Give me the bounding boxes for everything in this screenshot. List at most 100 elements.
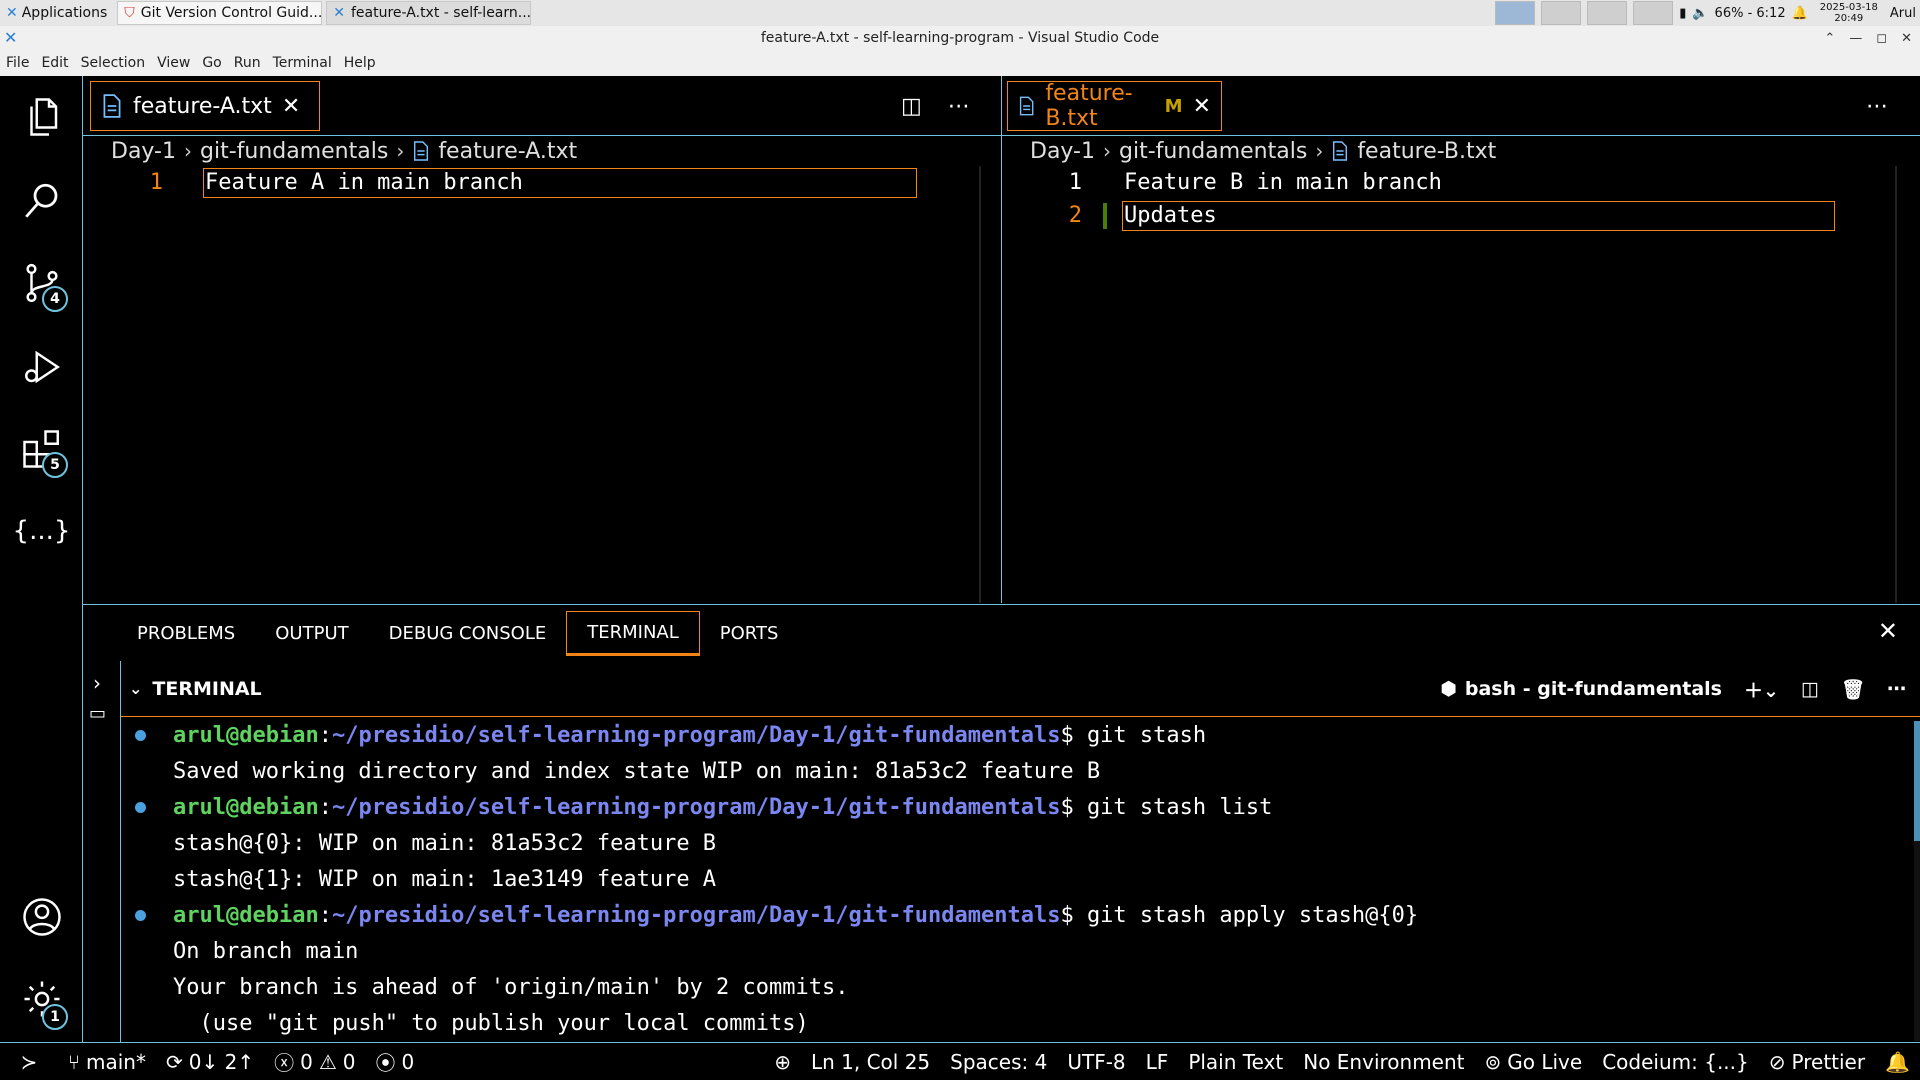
- code-area-a[interactable]: 1 Feature A in main branch: [83, 166, 1001, 199]
- split-terminal-icon[interactable]: ◫: [1801, 678, 1819, 700]
- command-decoration-icon[interactable]: [135, 910, 146, 921]
- terminal-output[interactable]: arul@debian: ~/presidio/self-learning-pro…: [121, 717, 1920, 1043]
- menu-go[interactable]: Go: [202, 55, 221, 71]
- ports-indicator[interactable]: ⦿ 0: [375, 1047, 414, 1076]
- tab-feature-a[interactable]: feature-A.txt ✕: [90, 81, 320, 131]
- settings-badge: 1: [42, 1004, 68, 1030]
- explorer-button[interactable]: [0, 82, 83, 152]
- problems-indicator[interactable]: ⓧ 0 ⚠ 0: [274, 1047, 355, 1076]
- code-line[interactable]: 1 Feature A in main branch: [83, 166, 1001, 199]
- code-line[interactable]: 1 Feature B in main branch: [1002, 166, 1920, 199]
- menu-view[interactable]: View: [157, 55, 190, 71]
- close-panel-icon[interactable]: ✕: [1878, 617, 1898, 645]
- json-button[interactable]: {...}: [0, 496, 83, 566]
- breadcrumb-item[interactable]: Day-1: [111, 139, 176, 164]
- gutter-modified-marker[interactable]: [1103, 203, 1107, 229]
- minimize-button[interactable]: —: [1849, 31, 1862, 46]
- applications-menu[interactable]: ✕ Applications: [0, 0, 113, 26]
- code-line[interactable]: 2 Updates: [1002, 199, 1920, 232]
- source-control-button[interactable]: 4: [0, 248, 83, 318]
- workspace-4[interactable]: [1633, 1, 1674, 25]
- broadcast-icon: ⊚: [1484, 1049, 1502, 1074]
- workspace-3[interactable]: [1587, 1, 1628, 25]
- codeium-status[interactable]: Codeium: {...}: [1602, 1050, 1749, 1074]
- sync-counts: 0↓ 2↑: [188, 1049, 255, 1074]
- line-number: 1: [149, 170, 163, 195]
- tab-problems[interactable]: PROBLEMS: [117, 613, 255, 654]
- restore-button[interactable]: ◻: [1876, 31, 1887, 46]
- user-name[interactable]: Arul: [1890, 6, 1916, 21]
- menu-edit[interactable]: Edit: [41, 55, 68, 71]
- volume-icon[interactable]: 🔈: [1692, 6, 1708, 21]
- terminal-section-title[interactable]: TERMINAL: [152, 678, 261, 700]
- trash-icon[interactable]: 🗑: [1841, 678, 1865, 701]
- tab-debug-console[interactable]: DEBUG CONSOLE: [369, 613, 567, 654]
- prettier-status[interactable]: ⊘ Prettier: [1769, 1050, 1865, 1074]
- breadcrumb-item[interactable]: git-fundamentals: [1119, 139, 1307, 164]
- taskbar-item-vscode[interactable]: ✕ feature-A.txt - self-learn...: [326, 1, 532, 25]
- code-area-b[interactable]: 1 Feature B in main branch 2 Updates: [1002, 166, 1920, 232]
- workspace-1[interactable]: [1495, 1, 1536, 25]
- status-bar: ≻ ⑂ main* ⟳ 0↓ 2↑ ⓧ 0 ⚠ 0 ⦿ 0 ⊕ Ln 1, Col 25 S…: [0, 1042, 1920, 1080]
- remote-indicator[interactable]: ≻: [0, 1050, 58, 1074]
- workspace-2[interactable]: [1541, 1, 1582, 25]
- chevron-right-icon[interactable]: ›: [93, 671, 101, 695]
- new-terminal-icon[interactable]: ＋⌄: [1744, 676, 1779, 703]
- go-live-button[interactable]: ⊚ Go Live: [1485, 1050, 1583, 1074]
- more-actions-icon[interactable]: ⋯: [1887, 678, 1906, 700]
- sync-indicator[interactable]: ⟳ 0↓ 2↑: [166, 1050, 254, 1074]
- breadcrumb-item[interactable]: feature-B.txt: [1357, 139, 1496, 164]
- tab-terminal[interactable]: TERMINAL: [566, 610, 700, 656]
- tab-output[interactable]: OUTPUT: [255, 613, 368, 654]
- editor-scrollbar-a[interactable]: [979, 166, 981, 603]
- run-debug-button[interactable]: [0, 332, 83, 402]
- menu-help[interactable]: Help: [344, 55, 376, 71]
- python-environment[interactable]: No Environment: [1303, 1050, 1464, 1074]
- more-actions-icon[interactable]: ⋯: [1866, 94, 1888, 119]
- scm-badge: 4: [42, 286, 68, 312]
- tab-ports[interactable]: PORTS: [700, 613, 799, 654]
- scrollbar-thumb[interactable]: [1914, 721, 1920, 841]
- indentation[interactable]: Spaces: 4: [950, 1050, 1047, 1074]
- close-window-button[interactable]: ✕: [1901, 31, 1912, 46]
- split-editor-icon[interactable]: ◫: [901, 94, 922, 119]
- manage-button[interactable]: 1: [0, 964, 83, 1034]
- language-mode[interactable]: Plain Text: [1188, 1050, 1283, 1074]
- menu-file[interactable]: File: [6, 55, 29, 71]
- command-decoration-icon[interactable]: [135, 802, 146, 813]
- battery-indicator[interactable]: 66% - 6:12: [1715, 6, 1786, 21]
- clock[interactable]: 2025-03-18 20:49: [1820, 2, 1878, 24]
- cursor-position[interactable]: Ln 1, Col 25: [811, 1050, 930, 1074]
- encoding[interactable]: UTF-8: [1067, 1050, 1125, 1074]
- extensions-button[interactable]: 5: [0, 414, 83, 484]
- menu-selection[interactable]: Selection: [81, 55, 146, 71]
- menu-run[interactable]: Run: [234, 55, 261, 71]
- network-icon[interactable]: ▮: [1679, 6, 1686, 21]
- search-button[interactable]: [0, 166, 83, 236]
- terminal-scrollbar[interactable]: [1914, 721, 1920, 1041]
- menu-terminal[interactable]: Terminal: [273, 55, 332, 71]
- prompt-path: ~/presidio/self-learning-program/Day-1/g…: [331, 794, 1061, 820]
- tab-feature-b[interactable]: feature-B.txt M ✕: [1007, 81, 1222, 131]
- notifications-button[interactable]: 🔔: [1885, 1050, 1910, 1074]
- comment-icon[interactable]: ▭: [89, 703, 106, 724]
- breadcrumb-item[interactable]: git-fundamentals: [200, 139, 388, 164]
- accounts-button[interactable]: [0, 882, 83, 952]
- close-tab-icon[interactable]: ✕: [1193, 94, 1211, 119]
- end-of-line[interactable]: LF: [1146, 1050, 1169, 1074]
- editor-scrollbar-b[interactable]: [1895, 166, 1897, 603]
- zoom-indicator[interactable]: ⊕: [774, 1050, 791, 1074]
- current-line-highlight: [1122, 201, 1835, 231]
- notification-bell-icon[interactable]: 🔔: [1792, 6, 1808, 21]
- chevron-down-icon[interactable]: ⌄: [129, 679, 142, 698]
- command-decoration-icon[interactable]: [135, 730, 146, 741]
- breadcrumb-item[interactable]: Day-1: [1030, 139, 1095, 164]
- bottom-panel: PROBLEMS OUTPUT DEBUG CONSOLE TERMINAL P…: [83, 604, 1920, 1043]
- more-actions-icon[interactable]: ⋯: [948, 94, 970, 119]
- close-tab-icon[interactable]: ✕: [282, 94, 300, 119]
- taskbar-item-browser[interactable]: ⛉ Git Version Control Guid...: [117, 1, 323, 25]
- maximize-up-icon[interactable]: ⌃: [1824, 31, 1835, 46]
- breadcrumb-item[interactable]: feature-A.txt: [438, 139, 577, 164]
- branch-indicator[interactable]: ⑂ main*: [68, 1050, 146, 1074]
- terminal-shell-selector[interactable]: ⬢ bash - git-fundamentals: [1440, 678, 1722, 700]
